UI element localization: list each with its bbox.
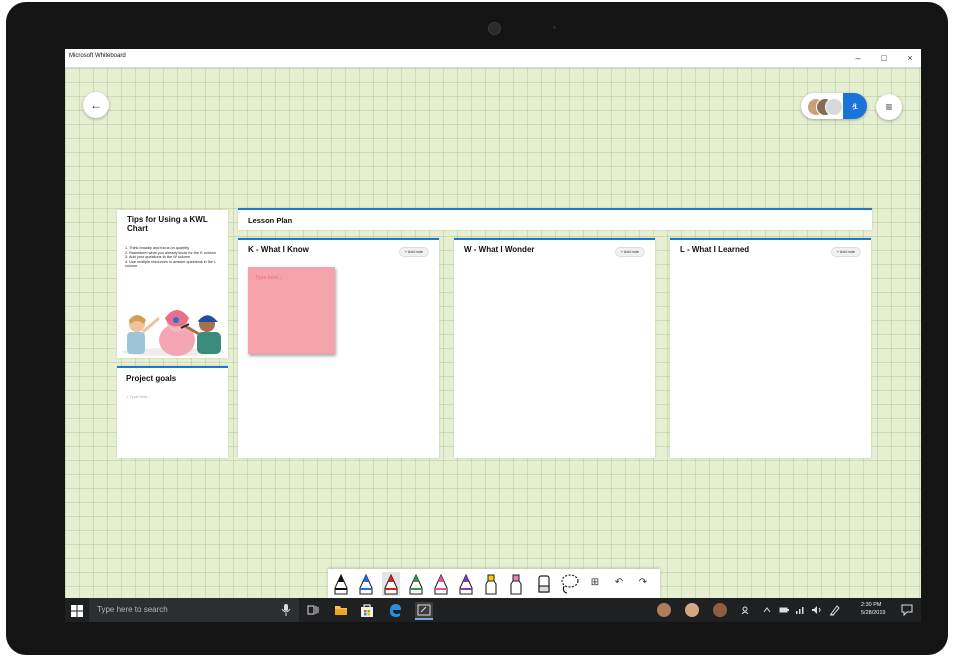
pen-icon — [409, 573, 423, 595]
folder-icon — [335, 606, 347, 615]
sticky-note[interactable]: Type here... — [248, 267, 335, 354]
taskbar: Type here to search 2:30 PM 5/28/2019 — [65, 598, 921, 622]
window-titlebar: Microsoft Whiteboard – □ × — [65, 49, 921, 68]
students-illustration — [121, 310, 225, 356]
project-goals-title: Project goals — [126, 374, 177, 383]
lesson-plan-title: Lesson Plan — [248, 216, 293, 225]
taskbar-clock[interactable]: 2:30 PM 5/28/2019 — [861, 601, 885, 617]
lasso-icon — [561, 574, 579, 594]
invite-button[interactable]: ዿ — [843, 93, 867, 119]
project-goals-card[interactable]: Project goals • Type here... — [117, 366, 228, 458]
windows-logo-icon — [71, 605, 83, 617]
pen-icon — [359, 573, 373, 595]
column-learned[interactable]: L - What I Learned + Add note — [670, 238, 871, 458]
tablet-device: Microsoft Whiteboard – □ × ← ዿ ≡ Tips fo… — [6, 2, 948, 655]
add-note-button[interactable]: + Add note — [614, 247, 645, 257]
taskbar-search[interactable]: Type here to search — [89, 598, 299, 622]
blue-pen-button[interactable] — [357, 572, 375, 596]
add-note-button[interactable]: + Add note — [830, 247, 861, 257]
redo-icon: ↷ — [638, 577, 648, 588]
column-wonder[interactable]: W - What I Wonder + Add note — [454, 238, 655, 458]
ruler-button[interactable]: ⊞ — [588, 575, 602, 591]
column-title: W - What I Wonder — [464, 245, 535, 254]
red-pen-button[interactable] — [382, 572, 400, 596]
column-title: L - What I Learned — [680, 245, 750, 254]
people-contact-avatar[interactable] — [657, 603, 671, 617]
ruler-icon: ⊞ — [590, 577, 600, 588]
start-button[interactable] — [71, 604, 83, 617]
edge-browser-button[interactable] — [387, 602, 403, 618]
undo-button[interactable]: ↶ — [612, 575, 626, 591]
window-title: Microsoft Whiteboard — [69, 53, 126, 59]
lesson-plan-header[interactable]: Lesson Plan — [238, 208, 872, 230]
store-bag-icon — [361, 604, 373, 617]
clock-date: 5/28/2019 — [861, 610, 886, 616]
camera-lens — [488, 22, 501, 35]
project-goals-input[interactable]: • Type here... — [127, 394, 151, 399]
clock-time: 2:30 PM — [861, 602, 882, 608]
minimize-button[interactable]: – — [851, 51, 865, 65]
people-icon[interactable] — [741, 605, 751, 615]
column-title: K - What I Know — [248, 245, 309, 254]
search-input[interactable]: Type here to search — [97, 605, 168, 614]
hamburger-menu-icon: ≡ — [885, 100, 893, 114]
undo-icon: ↶ — [614, 577, 624, 588]
people-contact-avatar[interactable] — [685, 603, 699, 617]
pen-icon — [384, 573, 398, 595]
participants-group[interactable]: ዿ — [801, 93, 867, 119]
person-add-icon: ዿ — [852, 101, 858, 110]
arrow-left-icon: ← — [90, 98, 102, 112]
tips-list: 1. Think broadly and focus on quantity 2… — [125, 246, 225, 269]
add-note-button[interactable]: + Add note — [398, 247, 429, 257]
network-icon[interactable] — [795, 605, 805, 615]
pen-icon — [334, 573, 348, 595]
green-pen-button[interactable] — [407, 572, 425, 596]
tips-title: Tips for Using a KWL Chart — [127, 215, 208, 233]
edge-icon — [390, 604, 401, 617]
pen-icon — [434, 573, 448, 595]
eraser-button[interactable] — [534, 572, 554, 596]
black-pen-button[interactable] — [332, 572, 350, 596]
pink-highlighter-button[interactable] — [507, 572, 525, 596]
task-view-button[interactable] — [305, 602, 321, 618]
purple-pen-button[interactable] — [457, 572, 475, 596]
tip-item: 4. Use multiple resources to answer ques… — [125, 259, 217, 269]
pen-workspace-icon[interactable] — [829, 604, 840, 616]
redo-button[interactable]: ↷ — [636, 575, 650, 591]
participant-avatar[interactable] — [825, 98, 843, 116]
lasso-select-button[interactable] — [558, 572, 580, 596]
back-button[interactable]: ← — [83, 92, 109, 118]
battery-icon[interactable] — [779, 606, 789, 614]
microphone-icon[interactable] — [281, 604, 291, 616]
task-view-icon — [307, 605, 319, 615]
volume-icon[interactable] — [811, 605, 822, 615]
store-button[interactable] — [359, 602, 375, 618]
light-sensor — [553, 26, 556, 29]
people-contact-avatar[interactable] — [713, 603, 727, 617]
whiteboard-canvas[interactable]: ← ዿ ≡ Tips for Using a KWL Chart 1. Thin… — [65, 68, 921, 598]
screen: Microsoft Whiteboard – □ × ← ዿ ≡ Tips fo… — [65, 49, 921, 622]
inking-toolbar: ⊞ ↶ ↷ — [328, 569, 660, 598]
chevron-up-icon[interactable] — [763, 606, 771, 614]
column-know[interactable]: K - What I Know + Add note Type here... — [238, 238, 439, 458]
eraser-icon — [538, 575, 550, 593]
action-center-icon[interactable] — [901, 604, 913, 616]
pink-pen-button[interactable] — [432, 572, 450, 596]
highlighter-icon — [485, 574, 497, 595]
file-explorer-button[interactable] — [333, 602, 349, 618]
pen-icon — [459, 573, 473, 595]
tips-card[interactable]: Tips for Using a KWL Chart 1. Think broa… — [117, 210, 228, 358]
settings-menu-button[interactable]: ≡ — [876, 94, 902, 120]
yellow-highlighter-button[interactable] — [482, 572, 500, 596]
close-button[interactable]: × — [903, 51, 917, 65]
sticky-note-input[interactable]: Type here... — [255, 275, 282, 281]
highlighter-icon — [510, 574, 522, 595]
whiteboard-app-button[interactable] — [415, 602, 433, 620]
maximize-button[interactable]: □ — [877, 51, 891, 65]
whiteboard-icon — [417, 604, 431, 616]
